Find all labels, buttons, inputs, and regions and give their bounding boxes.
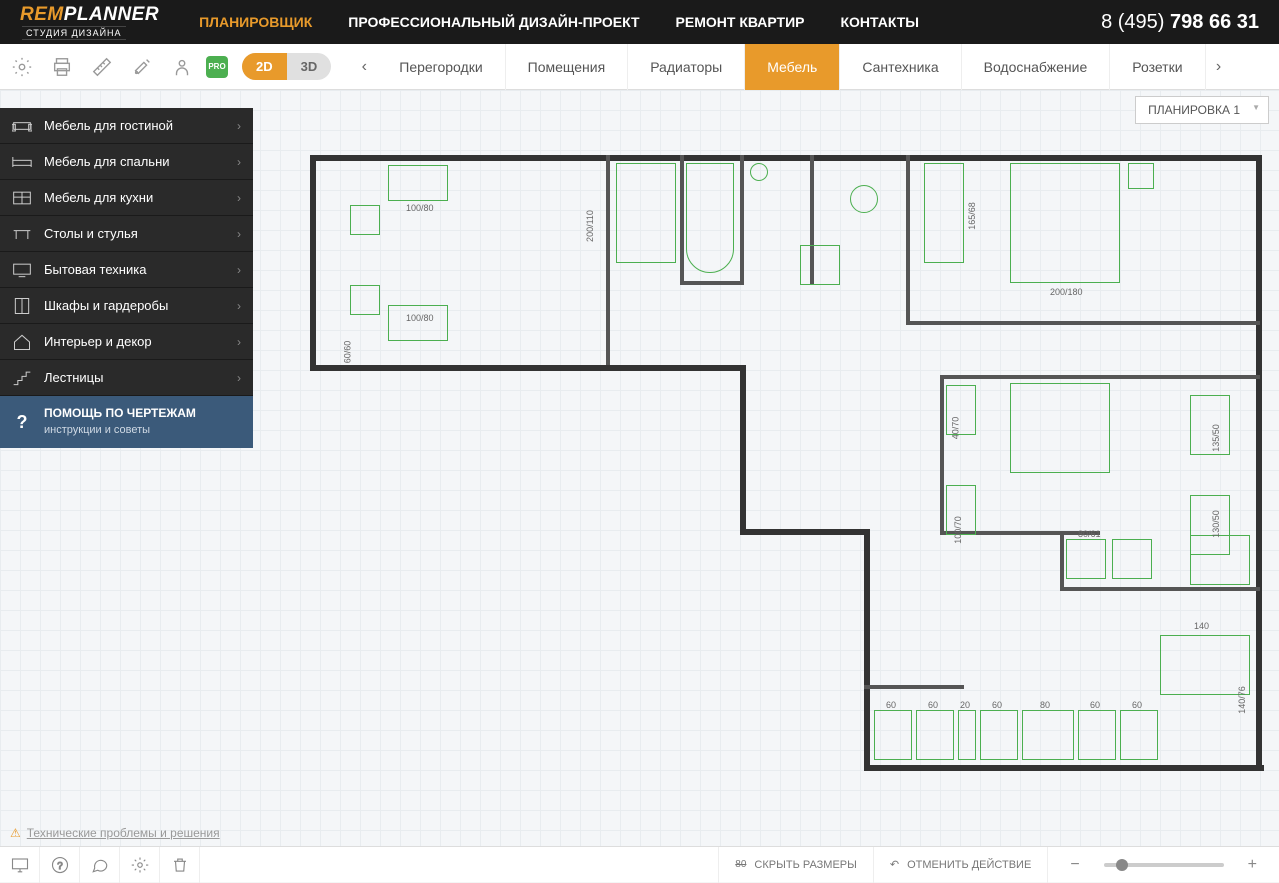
- dim-label: 200/180: [1050, 287, 1083, 297]
- tab-partitions[interactable]: Перегородки: [377, 44, 505, 90]
- dim-label: 60: [1132, 700, 1142, 710]
- chevron-right-icon: ›: [237, 227, 241, 241]
- chevron-right-icon: ›: [237, 263, 241, 277]
- print-icon[interactable]: [44, 49, 80, 85]
- kitchen-icon: [0, 189, 44, 207]
- chevron-right-icon: ›: [237, 119, 241, 133]
- tab-water-supply[interactable]: Водоснабжение: [962, 44, 1111, 90]
- zoom-controls: − +: [1047, 847, 1279, 883]
- sidebar-item-kitchen[interactable]: Мебель для кухни ›: [0, 180, 253, 216]
- logo-brand-planner: PLANNER: [64, 4, 159, 25]
- view-2d-button[interactable]: 2D: [242, 53, 287, 80]
- dim-label: 60: [928, 700, 938, 710]
- phone-number: 8 (495) 798 66 31: [1101, 11, 1259, 34]
- tab-furniture[interactable]: Мебель: [745, 44, 840, 90]
- chevron-right-icon: ›: [237, 335, 241, 349]
- ruler-icon[interactable]: [84, 49, 120, 85]
- logo-brand-rem: REM: [20, 4, 64, 25]
- warning-icon: ⚠: [10, 826, 21, 840]
- tv-icon: [0, 261, 44, 279]
- hide-dimensions-button[interactable]: 80 СКРЫТЬ РАЗМЕРЫ: [718, 847, 873, 883]
- dim-label: 80/61: [1078, 529, 1101, 539]
- help-circle-icon[interactable]: ?: [40, 847, 80, 883]
- chat-icon[interactable]: [80, 847, 120, 883]
- zoom-slider[interactable]: [1104, 863, 1224, 867]
- sidebar: Мебель для гостиной › Мебель для спальни…: [0, 108, 253, 448]
- chevron-right-icon: ›: [237, 299, 241, 313]
- nav-apartment-repair[interactable]: РЕМОНТ КВАРТИР: [676, 14, 805, 30]
- tab-rooms[interactable]: Помещения: [506, 44, 629, 90]
- dim-label: 40/70: [950, 417, 960, 440]
- house-icon: [0, 333, 44, 351]
- tabs-scroll-left[interactable]: ‹: [351, 44, 377, 90]
- tab-plumbing[interactable]: Сантехника: [840, 44, 961, 90]
- toolbar: PRO 2D 3D ‹ Перегородки Помещения Радиат…: [0, 44, 1279, 90]
- help-title: ПОМОЩЬ ПО ЧЕРТЕЖАМ: [44, 406, 196, 420]
- svg-text:?: ?: [57, 860, 63, 871]
- sidebar-item-tables-chairs[interactable]: Столы и стулья ›: [0, 216, 253, 252]
- tab-strip: ‹ Перегородки Помещения Радиаторы Мебель…: [351, 44, 1279, 90]
- nav-design-project[interactable]: ПРОФЕССИОНАЛЬНЫЙ ДИЗАЙН-ПРОЕКТ: [348, 14, 639, 30]
- dim-label: 100/70: [953, 516, 963, 544]
- sidebar-item-interior-decor[interactable]: Интерьер и декор ›: [0, 324, 253, 360]
- dimension-icon: 80: [735, 859, 746, 870]
- view-3d-button[interactable]: 3D: [287, 53, 332, 80]
- main-header: REMPLANNER СТУДИЯ ДИЗАЙНА ПЛАНИРОВЩИК ПР…: [0, 0, 1279, 44]
- tools-icon[interactable]: [124, 49, 160, 85]
- dim-label: 100/80: [406, 313, 434, 323]
- undo-button[interactable]: ↶ ОТМЕНИТЬ ДЕЙСТВИЕ: [873, 847, 1047, 883]
- bottom-bar: ? 80 СКРЫТЬ РАЗМЕРЫ ↶ ОТМЕНИТЬ ДЕЙСТВИЕ …: [0, 846, 1279, 882]
- dim-label: 140/76: [1237, 686, 1247, 714]
- undo-icon: ↶: [890, 858, 899, 871]
- dim-label: 200/110: [585, 210, 595, 242]
- view-toggle: 2D 3D: [242, 53, 331, 80]
- display-icon[interactable]: [0, 847, 40, 883]
- sidebar-help[interactable]: ? ПОМОЩЬ ПО ЧЕРТЕЖАМ инструкции и советы: [0, 396, 253, 448]
- dim-label: 60: [886, 700, 896, 710]
- dim-label: 140: [1194, 621, 1209, 631]
- trash-icon[interactable]: [160, 847, 200, 883]
- dim-label: 60/60: [342, 341, 352, 364]
- zoom-out-button[interactable]: −: [1064, 856, 1085, 874]
- stairs-icon: [0, 369, 44, 387]
- nav-planner[interactable]: ПЛАНИРОВЩИК: [199, 14, 312, 30]
- dim-label: 60: [992, 700, 1002, 710]
- dim-label: 60: [1090, 700, 1100, 710]
- dim-label: 80: [1040, 700, 1050, 710]
- sidebar-item-bedroom[interactable]: Мебель для спальни ›: [0, 144, 253, 180]
- worker-icon[interactable]: [164, 49, 200, 85]
- table-icon: [0, 225, 44, 243]
- sidebar-item-stairs[interactable]: Лестницы ›: [0, 360, 253, 396]
- logo-subtitle: СТУДИЯ ДИЗАЙНА: [22, 26, 126, 40]
- zoom-in-button[interactable]: +: [1242, 856, 1263, 874]
- tech-problems-link[interactable]: ⚠ Технические проблемы и решения: [10, 826, 220, 840]
- nav-contacts[interactable]: КОНТАКТЫ: [841, 14, 919, 30]
- question-icon: ?: [0, 412, 44, 433]
- wardrobe-icon: [0, 297, 44, 315]
- chevron-right-icon: ›: [237, 191, 241, 205]
- dim-label: 20: [960, 700, 970, 710]
- dim-label: 100/80: [406, 203, 434, 213]
- dim-label: 130/50: [1211, 510, 1221, 538]
- tabs-scroll-right[interactable]: ›: [1206, 44, 1232, 90]
- bed-icon: [0, 153, 44, 171]
- sidebar-item-wardrobes[interactable]: Шкафы и гардеробы ›: [0, 288, 253, 324]
- floorplan[interactable]: 100/80 200/110 100/80 60/60 200/180 165/…: [310, 155, 1260, 755]
- chevron-right-icon: ›: [237, 155, 241, 169]
- tab-radiators[interactable]: Радиаторы: [628, 44, 745, 90]
- settings-icon[interactable]: [4, 49, 40, 85]
- dim-label: 135/50: [1211, 424, 1221, 452]
- layout-dropdown[interactable]: ПЛАНИРОВКА 1: [1135, 96, 1269, 124]
- help-subtitle: инструкции и советы: [44, 424, 150, 436]
- sofa-icon: [0, 117, 44, 135]
- logo[interactable]: REMPLANNER СТУДИЯ ДИЗАЙНА: [20, 4, 159, 40]
- tab-sockets[interactable]: Розетки: [1110, 44, 1205, 90]
- chevron-right-icon: ›: [237, 371, 241, 385]
- dim-label: 165/68: [967, 202, 977, 230]
- sidebar-item-living-room[interactable]: Мебель для гостиной ›: [0, 108, 253, 144]
- pro-badge[interactable]: PRO: [206, 56, 228, 78]
- gear-icon[interactable]: [120, 847, 160, 883]
- sidebar-item-appliances[interactable]: Бытовая техника ›: [0, 252, 253, 288]
